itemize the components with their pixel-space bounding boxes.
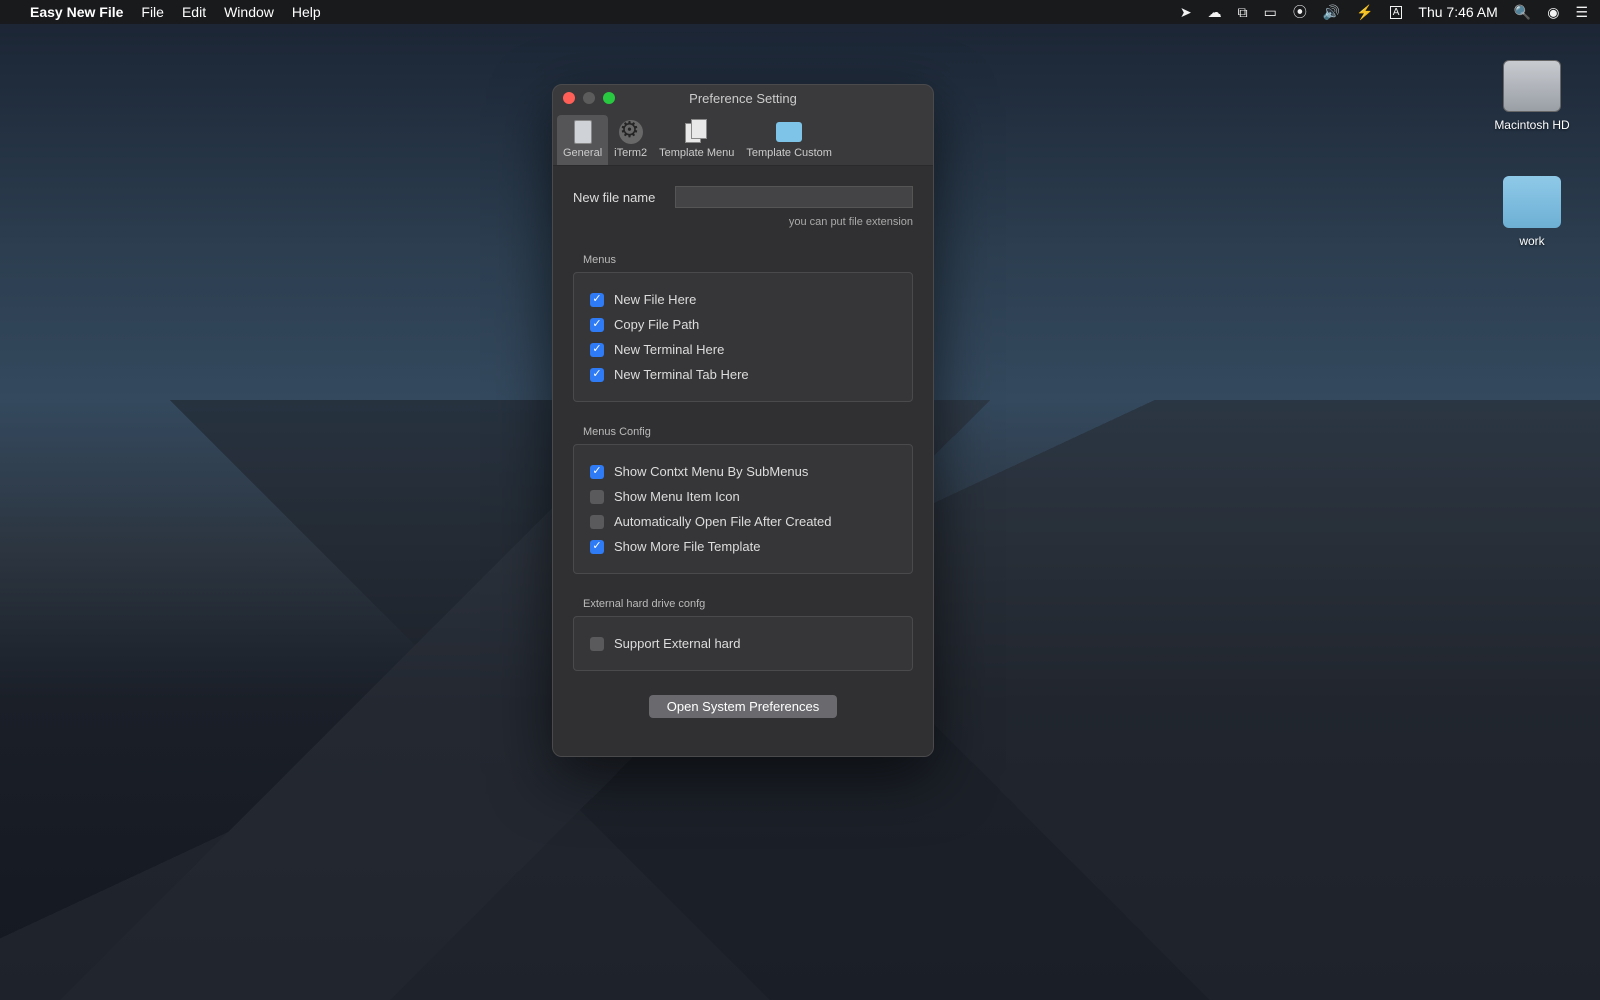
menu-edit[interactable]: Edit [182, 4, 206, 20]
checkbox-show-context-submenus[interactable] [590, 465, 604, 479]
file-extension-hint: you can put file extension [573, 216, 913, 228]
menu-help[interactable]: Help [292, 4, 321, 20]
power-icon[interactable]: ⚡ [1356, 4, 1373, 21]
checkbox-label: Show Contxt Menu By SubMenus [614, 464, 808, 479]
checkbox-support-external[interactable] [590, 637, 604, 651]
bluetooth-icon[interactable]: ⧉ [1238, 4, 1248, 21]
external-drive-section-label: External hard drive confg [573, 598, 913, 610]
checkbox-label: Support External hard [614, 636, 740, 651]
tab-general[interactable]: General [557, 115, 608, 165]
desktop-work-folder[interactable]: work [1492, 176, 1572, 248]
checkbox-auto-open[interactable] [590, 515, 604, 529]
window-titlebar[interactable]: Preference Setting [553, 85, 933, 111]
zoom-icon[interactable] [603, 92, 615, 104]
external-drive-section: Support External hard [573, 616, 913, 671]
checkbox-show-more-template[interactable] [590, 540, 604, 554]
spotlight-icon[interactable]: 🔍 [1514, 4, 1531, 21]
checkbox-new-terminal-tab-here[interactable] [590, 368, 604, 382]
menus-section: New File Here Copy File Path New Termina… [573, 272, 913, 402]
tab-label: iTerm2 [614, 147, 647, 159]
preference-window: Preference Setting General iTerm2 Templa… [552, 84, 934, 757]
desktop-icon-label: Macintosh HD [1492, 118, 1572, 132]
documents-icon [685, 119, 709, 145]
new-file-name-label: New file name [573, 190, 655, 205]
notification-center-icon[interactable]: ☰ [1575, 4, 1588, 21]
checkbox-new-file-here[interactable] [590, 293, 604, 307]
checkbox-label: Show More File Template [614, 539, 760, 554]
tab-template-menu[interactable]: Template Menu [653, 115, 740, 165]
tab-label: General [563, 147, 602, 159]
checkbox-copy-file-path[interactable] [590, 318, 604, 332]
tab-label: Template Menu [659, 147, 734, 159]
preferences-toolbar: General iTerm2 Template Menu Template Cu… [553, 111, 933, 166]
checkbox-label: Automatically Open File After Created [614, 514, 832, 529]
checkbox-label: Show Menu Item Icon [614, 489, 740, 504]
minimize-icon[interactable] [583, 92, 595, 104]
cloud-icon[interactable]: ☁ [1208, 4, 1222, 21]
checkbox-show-menu-item-icon[interactable] [590, 490, 604, 504]
new-file-name-input[interactable] [675, 186, 913, 208]
menu-file[interactable]: File [141, 4, 164, 20]
general-icon [574, 120, 592, 144]
menubar: Easy New File File Edit Window Help ➤ ☁ … [0, 0, 1600, 24]
checkbox-label: New Terminal Tab Here [614, 367, 749, 382]
close-icon[interactable] [563, 92, 575, 104]
desktop-icon-label: work [1492, 234, 1572, 248]
folder-icon [776, 122, 802, 142]
tab-label: Template Custom [746, 147, 832, 159]
open-system-preferences-button[interactable]: Open System Preferences [649, 695, 837, 718]
menubar-clock[interactable]: Thu 7:46 AM [1418, 4, 1497, 20]
checkbox-new-terminal-here[interactable] [590, 343, 604, 357]
menus-config-section: Show Contxt Menu By SubMenus Show Menu I… [573, 444, 913, 574]
wifi-icon[interactable]: ⦿ [1293, 2, 1307, 22]
gear-icon [619, 120, 643, 144]
desktop-macintosh-hd[interactable]: Macintosh HD [1492, 60, 1572, 132]
menu-window[interactable]: Window [224, 4, 274, 20]
location-icon[interactable]: ➤ [1180, 4, 1192, 21]
tab-iterm2[interactable]: iTerm2 [608, 115, 653, 165]
checkbox-label: New File Here [614, 292, 696, 307]
folder-icon [1503, 176, 1561, 228]
battery-icon[interactable]: ▭ [1264, 4, 1277, 21]
tab-template-custom[interactable]: Template Custom [740, 115, 838, 165]
siri-icon[interactable]: ◉ [1547, 4, 1559, 21]
menus-config-section-label: Menus Config [573, 426, 913, 438]
input-icon[interactable]: A [1390, 6, 1403, 19]
hard-drive-icon [1503, 60, 1561, 112]
app-menu[interactable]: Easy New File [30, 4, 123, 20]
checkbox-label: Copy File Path [614, 317, 699, 332]
menus-section-label: Menus [573, 254, 913, 266]
volume-icon[interactable]: 🔊 [1323, 4, 1340, 21]
checkbox-label: New Terminal Here [614, 342, 724, 357]
